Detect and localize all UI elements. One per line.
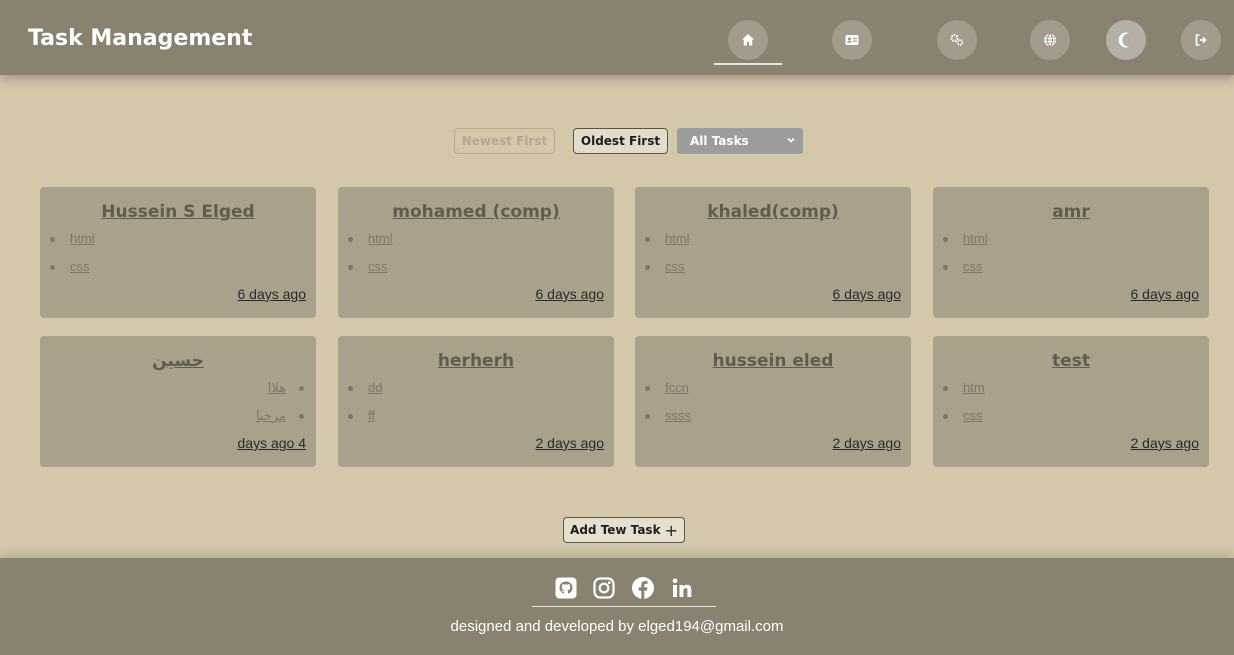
footer-credit: designed and developed by elged194@gmail… [450,618,784,635]
task-items-list: fccn ssss [645,380,691,436]
task-card-time: 2 days ago [535,435,605,451]
footer: designed and developed by elged194@gmail… [0,558,1234,655]
task-items-list: html css [645,231,690,287]
id-card-icon [845,35,859,45]
task-card[interactable]: amr html css 6 days ago [933,187,1209,318]
plus-icon: + [664,520,678,540]
task-item[interactable]: css [943,259,988,287]
facebook-link[interactable] [631,576,655,600]
add-task-button[interactable]: Add Tew Task + [563,517,685,543]
task-card[interactable]: herherh dd ff 2 days ago [338,336,614,467]
task-item[interactable]: html [348,231,393,259]
task-item[interactable]: html [50,231,95,259]
task-item[interactable]: ssss [645,408,691,436]
chevron-down-icon [787,137,795,143]
task-card-time: 6 days ago [535,286,605,302]
add-task-label: Add Tew Task [570,523,661,537]
task-item[interactable]: htm [943,380,985,408]
task-items-list: htm css [943,380,985,436]
task-card-title[interactable]: حسين [40,351,316,371]
task-items-list: html css [348,231,393,287]
github-link[interactable] [554,576,578,600]
task-card[interactable]: hussein eled fccn ssss 2 days ago [635,336,911,467]
task-item[interactable]: css [50,259,95,287]
task-card-title[interactable]: test [933,351,1209,371]
logout-icon [1195,34,1207,46]
task-card[interactable]: test htm css 2 days ago [933,336,1209,467]
active-nav-underline [714,63,782,65]
task-card[interactable]: حسين هلاا مرحبا days ago 4 [40,336,316,467]
task-card[interactable]: mohamed (comp) html css 6 days ago [338,187,614,318]
logout-button[interactable] [1181,20,1221,60]
sort-filter-bar: Newest First Oldest First All Tasks [0,128,1234,156]
nav-home-button[interactable] [728,20,768,60]
globe-icon [1044,33,1056,47]
instagram-link[interactable] [592,576,616,600]
task-card-time: 6 days ago [1130,286,1200,302]
task-card-title[interactable]: mohamed (comp) [338,202,614,222]
moon-icon [1118,32,1130,48]
task-card-time: 6 days ago [832,286,902,302]
task-card-title[interactable]: khaled(comp) [635,202,911,222]
task-filter-value: All Tasks [690,134,749,148]
task-item[interactable]: dd [348,380,382,408]
task-card-time: 6 days ago [237,286,307,302]
oldest-first-button[interactable]: Oldest First [573,128,668,154]
task-card-title[interactable]: Hussein S Elged [40,202,316,222]
task-item[interactable]: هلاا [256,380,306,408]
task-card-title[interactable]: herherh [338,351,614,371]
task-card-title[interactable]: amr [933,202,1209,222]
task-item[interactable]: css [348,259,393,287]
app-title: Task Management [28,26,253,51]
linkedin-link[interactable] [670,576,694,600]
task-item[interactable]: css [645,259,690,287]
github-icon [555,577,577,599]
task-filter-select[interactable]: All Tasks [677,128,803,154]
task-card-time: days ago 4 [237,435,307,451]
task-item[interactable]: html [645,231,690,259]
task-item[interactable]: html [943,231,988,259]
task-card[interactable]: khaled(comp) html css 6 days ago [635,187,911,318]
gears-icon [950,33,964,46]
task-card[interactable]: Hussein S Elged html css 6 days ago [40,187,316,318]
top-navbar: Task Management [0,0,1234,75]
task-items-list: html css [50,231,95,287]
task-items-list: هلاا مرحبا [256,380,306,436]
instagram-icon [593,577,615,599]
task-card-time: 2 days ago [832,435,902,451]
theme-toggle-button[interactable] [1106,20,1146,60]
task-card-time: 2 days ago [1130,435,1200,451]
linkedin-icon [672,578,692,597]
task-item[interactable]: ff [348,408,382,436]
nav-language-button[interactable] [1030,20,1070,60]
task-items-list: dd ff [348,380,382,436]
task-item[interactable]: css [943,408,985,436]
task-item[interactable]: مرحبا [256,408,306,436]
newest-first-button[interactable]: Newest First [454,128,555,154]
facebook-icon [632,577,654,599]
home-icon [742,34,754,46]
task-card-title[interactable]: hussein eled [635,351,911,371]
nav-settings-button[interactable] [937,20,977,60]
footer-divider [532,606,716,607]
task-item[interactable]: fccn [645,380,691,408]
task-items-list: html css [943,231,988,287]
nav-profile-button[interactable] [832,20,872,60]
